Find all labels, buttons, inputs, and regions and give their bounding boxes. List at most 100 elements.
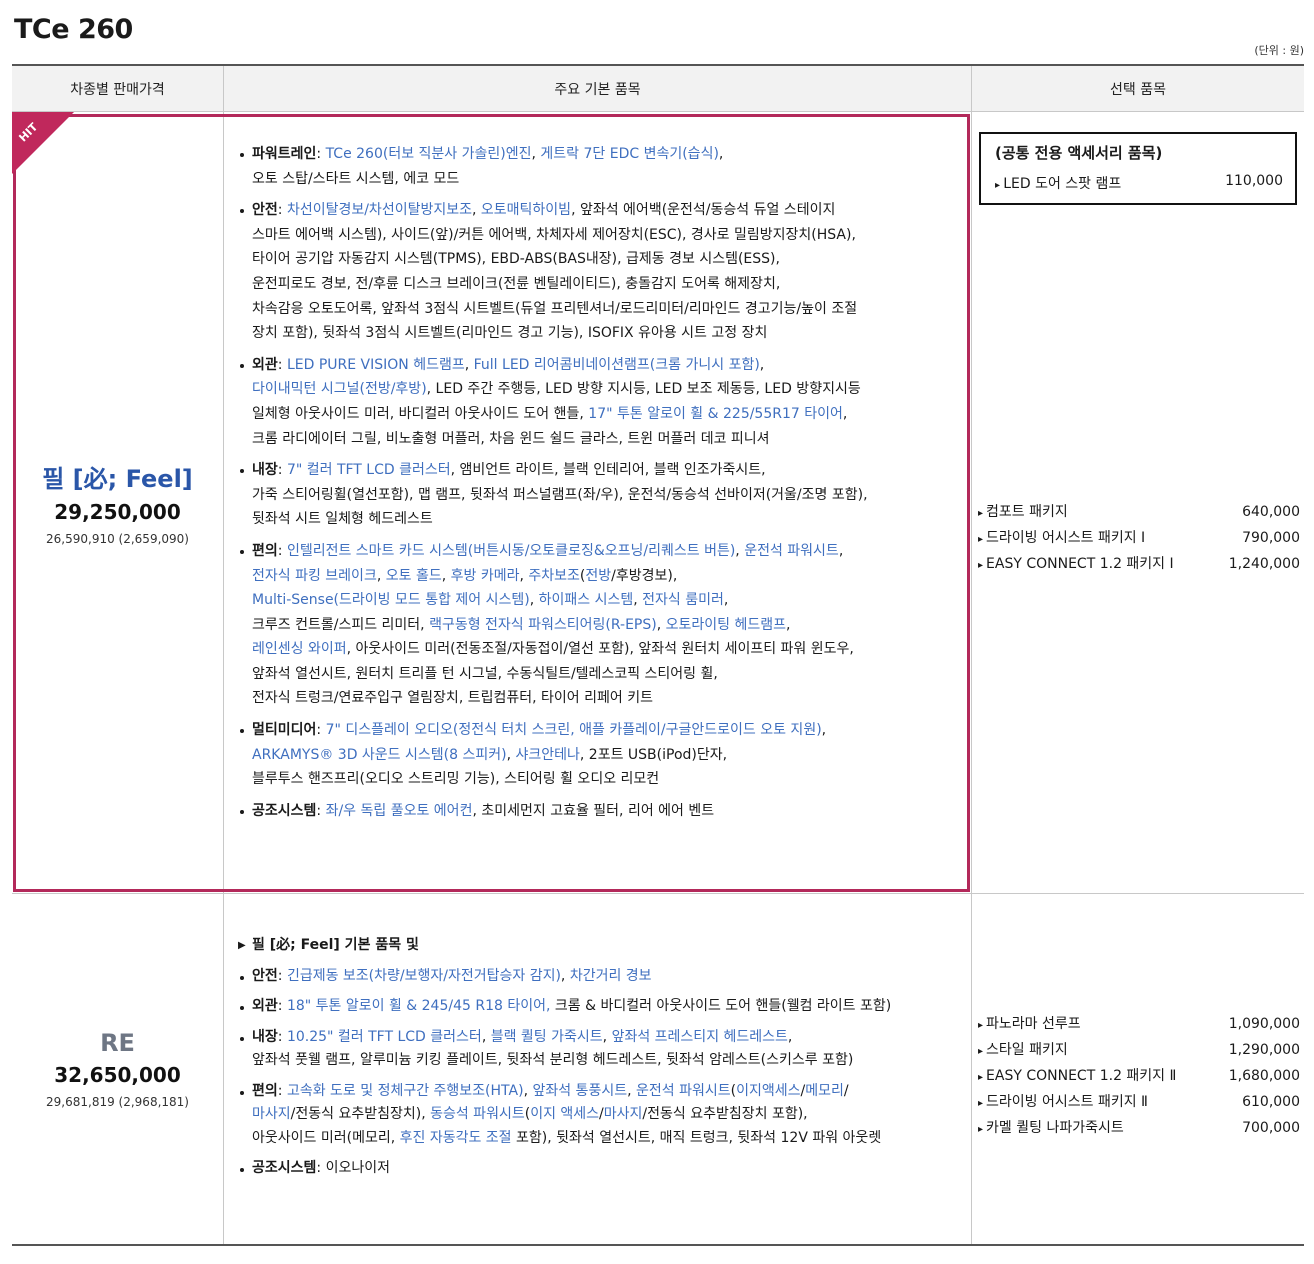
trim-price-breakdown: 29,681,819 (2,968,181) — [46, 1095, 189, 1109]
feature-highlight: LED PURE VISION 헤드램프 — [286, 356, 465, 373]
feature-highlight: 전자식 파킹 브레이크 — [252, 567, 377, 584]
feature-item: 파워트레인: TCe 260(터보 직분사 가솔린)엔진, 게트락 7단 EDC… — [238, 142, 965, 191]
feature-highlight: 운전석 파워시트 — [636, 1082, 731, 1099]
feature-highlight: 후방 카메라 — [450, 567, 520, 584]
feature-highlight: 오토 홀드 — [385, 567, 442, 584]
feature-highlight: 이지액세스 — [736, 1082, 801, 1099]
accessory-item-name: ▸ LED 도어 스팟 램프 — [995, 176, 1122, 192]
option-item: EASY CONNECT 1.2 패키지 Ⅰ 1,240,000 — [978, 552, 1300, 578]
basic-features: 파워트레인: TCe 260(터보 직분사 가솔린)엔진, 게트락 7단 EDC… — [224, 112, 972, 893]
feature-highlight: 게트락 7단 EDC 변속기(습식) — [540, 146, 719, 162]
feature-item: 외관: LED PURE VISION 헤드램프, Full LED 리어콤비네… — [238, 353, 965, 451]
table-row-re: RE 32,650,000 29,681,819 (2,968,181) ▶ 필 … — [12, 894, 1304, 1246]
feature-highlight: 후진 자동각도 조절 — [399, 1129, 512, 1146]
feature-label: 공조시스템 — [252, 802, 317, 819]
option-name: EASY CONNECT 1.2 패키지 Ⅱ — [978, 1064, 1176, 1090]
trim-price: 29,250,000 — [54, 500, 181, 524]
header-trim-price: 차종별 판매가격 — [12, 66, 224, 111]
feature-highlight: 동승석 파워시트 — [430, 1106, 525, 1122]
feature-item: 공조시스템: 좌/우 독립 풀오토 에어컨, 초미세먼지 고효율 필터, 리어 … — [238, 799, 965, 824]
table-row-feel: HIT 필 [必; Feel] 29,250,000 26,590,910 (2… — [12, 112, 1304, 894]
feature-highlight: 오토매틱하이빔 — [480, 202, 572, 219]
accessory-box: (공통 전용 액세서리 품목) ▸ LED 도어 스팟 램프 110,000 — [979, 132, 1297, 205]
feature-highlight: 좌/우 독립 풀오토 에어컨 — [325, 802, 473, 819]
feature-highlight: TCe 260(터보 직분사 가솔린)엔진 — [325, 146, 532, 162]
feature-highlight: Full LED 리어콤비네이션램프(크롬 가니시 포함) — [473, 356, 760, 373]
feature-item: 멀티미디어: 7" 디스플레이 오디오(정전식 터치 스크린, 애플 카플레이/… — [238, 718, 965, 792]
feature-highlight: 7" 컬러 TFT LCD 클러스터 — [286, 462, 451, 479]
feature-item: 편의: 고속화 도로 및 정체구간 주행보조(HTA), 앞좌석 통풍시트, 운… — [238, 1080, 965, 1151]
options-cell: 파노라마 선루프 1,090,000 스타일 패키지 1,290,000 EASY CO… — [972, 894, 1304, 1244]
option-name: 카멜 퀼팅 나파가죽시트 — [978, 1116, 1124, 1142]
feature-highlight: 17" 투톤 알로이 휠 & 225/55R17 타이어 — [588, 405, 843, 422]
option-name: 파노라마 선루프 — [978, 1012, 1081, 1038]
feature-highlight: 전자식 룸미러 — [642, 592, 724, 609]
feature-label: 안전 — [252, 202, 278, 219]
trim-cell: 필 [必; Feel] 29,250,000 26,590,910 (2,659… — [12, 112, 224, 893]
price-table: 차종별 판매가격 주요 기본 품목 선택 품목 HIT 필 [必; Feel] … — [12, 64, 1304, 1246]
feature-highlight: 고속화 도로 및 정체구간 주행보조(HTA) — [286, 1082, 524, 1099]
option-item: 카멜 퀼팅 나파가죽시트 700,000 — [978, 1116, 1300, 1142]
feature-highlight: 앞좌석 프레스티지 헤드레스트 — [611, 1028, 788, 1045]
feature-highlight: 7" 디스플레이 오디오(정전식 터치 스크린, 애플 카플레이/구글안드로이드… — [325, 722, 822, 739]
feature-highlight: 랙구동형 전자식 파워스티어링(R-EPS) — [429, 616, 657, 633]
trim-name: RE — [100, 1029, 135, 1057]
feature-item: 내장: 7" 컬러 TFT LCD 클러스터, 앰비언트 라이트, 블랙 인테리… — [238, 458, 965, 532]
option-price: 610,000 — [1242, 1094, 1300, 1110]
feature-highlight: 주차보조 — [528, 567, 580, 584]
header-options: 선택 품목 — [1110, 81, 1166, 98]
feature-highlight: 긴급제동 보조(차량/보행자/자전거탑승자 감지) — [286, 967, 561, 984]
option-price: 1,290,000 — [1228, 1042, 1300, 1058]
table-header: 차종별 판매가격 주요 기본 품목 선택 품목 — [12, 64, 1304, 112]
trim-price-breakdown: 26,590,910 (2,659,090) — [46, 532, 189, 546]
feature-label: 멀티미디어 — [252, 722, 317, 739]
option-price: 1,240,000 — [1228, 556, 1300, 572]
accessory-item-price: 110,000 — [1225, 173, 1283, 189]
option-price: 640,000 — [1242, 504, 1300, 520]
feature-label: 내장 — [252, 462, 278, 479]
feature-item: 외관: 18" 투톤 알로이 휠 & 245/45 R18 타이어, 크롬 & … — [238, 995, 965, 1019]
option-price: 700,000 — [1242, 1120, 1300, 1136]
feature-highlight: 전방 — [585, 567, 612, 584]
option-name: 컴포트 패키지 — [978, 500, 1068, 526]
option-item: 파노라마 선루프 1,090,000 — [978, 1012, 1300, 1038]
feature-highlight: 운전석 파워시트 — [744, 542, 839, 559]
accessory-item: ▸ LED 도어 스팟 램프 110,000 — [995, 173, 1283, 193]
option-list: 파노라마 선루프 1,090,000 스타일 패키지 1,290,000 EASY CO… — [978, 1012, 1300, 1142]
feature-highlight: 오토라이팅 헤드램프 — [665, 616, 787, 633]
option-price: 790,000 — [1242, 530, 1300, 546]
feature-item: 공조시스템: 이오나이저 — [238, 1157, 965, 1181]
feature-label: 안전 — [252, 967, 278, 984]
feature-highlight: 다이내믹턴 시그널(전방/후방) — [252, 381, 427, 398]
feature-highlight: 레인센싱 와이퍼 — [252, 641, 347, 658]
feature-item: 편의: 인텔리전트 스마트 카드 시스템(버튼시동/오토클로징&오프닝/리퀘스트… — [238, 539, 965, 711]
option-item: 컴포트 패키지 640,000 — [978, 500, 1300, 526]
feature-label: 편의 — [252, 1082, 278, 1099]
base-features-line: ▶ 필 [必; Feel] 기본 품목 및 — [238, 934, 965, 958]
feature-highlight: 메모리 — [805, 1082, 844, 1099]
accessory-title: (공통 전용 액세서리 품목) — [995, 144, 1163, 162]
basic-features: ▶ 필 [必; Feel] 기본 품목 및 안전: 긴급제동 보조(차량/보행자/… — [224, 894, 972, 1244]
feature-item: 내장: 10.25" 컬러 TFT LCD 클러스터, 블랙 퀼팅 가죽시트, … — [238, 1026, 965, 1073]
options-cell: (공통 전용 액세서리 품목) ▸ LED 도어 스팟 램프 110,000 컴… — [972, 112, 1304, 893]
option-price: 1,090,000 — [1228, 1016, 1300, 1032]
feature-highlight: 10.25" 컬러 TFT LCD 클러스터 — [286, 1028, 482, 1045]
option-item: 드라이빙 어시스트 패키지 Ⅱ 610,000 — [978, 1090, 1300, 1116]
arrow-bullet-icon: ▶ — [238, 940, 246, 951]
feature-label: 내장 — [252, 1028, 278, 1045]
trim-name: 필 [必; Feel] — [42, 465, 193, 493]
hit-ribbon — [12, 112, 74, 174]
page-title: TCe 260 — [14, 14, 133, 45]
feature-highlight: 하이패스 시스템 — [538, 592, 634, 609]
feature-label: 공조시스템 — [252, 1160, 317, 1176]
feature-highlight: 차간거리 경보 — [569, 967, 652, 984]
trim-price: 32,650,000 — [54, 1063, 181, 1087]
feature-highlight: 인텔리전트 스마트 카드 시스템(버튼시동/오토클로징&오프닝/리퀘스트 버튼) — [286, 542, 736, 559]
feature-highlight: ARKAMYS® 3D 사운드 시스템(8 스피커) — [252, 746, 507, 763]
feature-label: 편의 — [252, 542, 278, 559]
option-item: EASY CONNECT 1.2 패키지 Ⅱ 1,680,000 — [978, 1064, 1300, 1090]
feature-highlight: 이지 액세스 — [530, 1106, 600, 1122]
option-name: 드라이빙 어시스트 패키지 Ⅱ — [978, 1090, 1148, 1116]
feature-highlight: 마사지 — [252, 1106, 291, 1122]
feature-label: 파워트레인 — [252, 146, 317, 162]
